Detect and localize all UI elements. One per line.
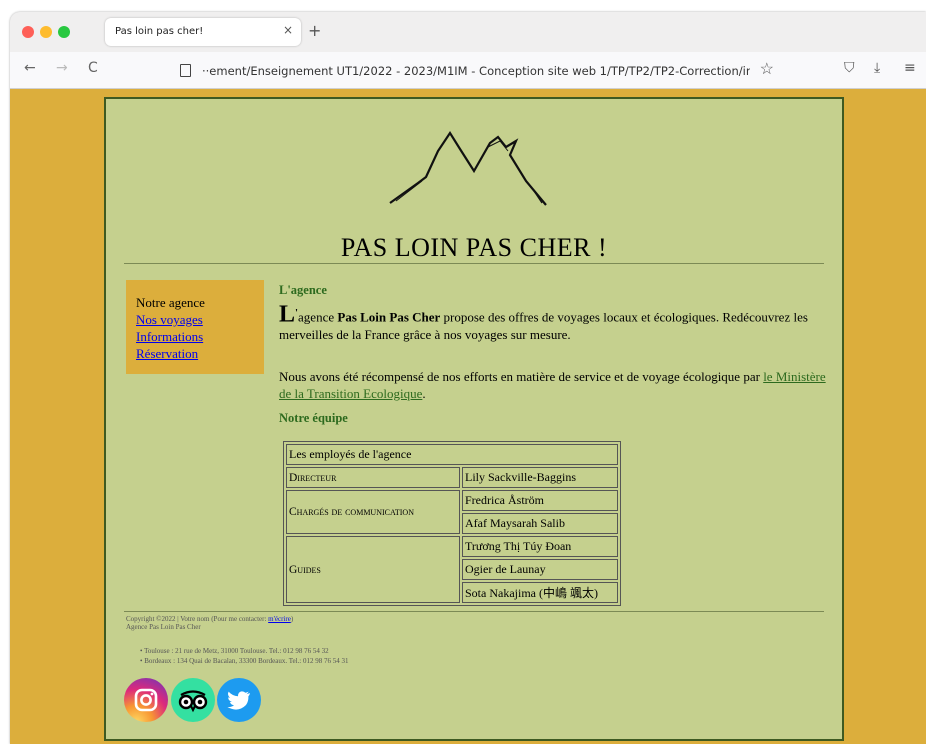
sidebar-link-informations[interactable]: Informations bbox=[136, 328, 264, 345]
person-communication-2: Afaf Maysarah Salib bbox=[462, 513, 618, 534]
page-viewport: PAS LOIN PAS CHER ! Notre agence Nos voy… bbox=[10, 89, 926, 744]
site-title: PAS LOIN PAS CHER ! bbox=[340, 233, 608, 262]
footer-divider bbox=[124, 611, 824, 612]
list-item: • Toulouse : 21 rue de Metz, 31000 Toulo… bbox=[140, 647, 329, 655]
browser-tab[interactable]: Pas loin pas cher! × bbox=[105, 18, 301, 46]
tripadvisor-icon[interactable] bbox=[171, 678, 215, 722]
pocket-icon[interactable]: ⛉ bbox=[844, 60, 855, 76]
table-caption-cell: Les employés de l'agence bbox=[286, 444, 618, 465]
award-text: Nous avons été récompensé de nos efforts… bbox=[279, 369, 764, 384]
sidebar-link-nos-voyages[interactable]: Nos voyages bbox=[136, 311, 264, 328]
page-icon bbox=[180, 64, 191, 77]
maximize-window-button[interactable] bbox=[58, 26, 70, 38]
agence-heading: L'agence bbox=[279, 283, 327, 297]
mountain-logo-icon bbox=[389, 130, 547, 206]
address-toulouse: Toulouse : 21 rue de Metz, 31000 Toulous… bbox=[144, 647, 329, 655]
reload-button[interactable]: C bbox=[88, 60, 98, 76]
person-directeur: Lily Sackville-Baggins bbox=[462, 467, 618, 488]
staff-table: Les employés de l'agence Directeur Lily … bbox=[283, 441, 621, 606]
header-divider bbox=[124, 263, 824, 264]
address-bar[interactable]: ··ement/Enseignement UT1/2022 - 2023/M1I… bbox=[172, 56, 780, 84]
forward-button[interactable]: → bbox=[56, 60, 68, 76]
url-text[interactable]: ··ement/Enseignement UT1/2022 - 2023/M1I… bbox=[202, 64, 750, 78]
bookmark-star-icon[interactable]: ☆ bbox=[760, 59, 774, 79]
role-directeur: Directeur bbox=[286, 467, 460, 488]
new-tab-button[interactable]: + bbox=[308, 21, 321, 40]
tab-title: Pas loin pas cher! bbox=[115, 26, 204, 37]
role-guides: Guides bbox=[286, 536, 460, 603]
copyright-text: Copyright ©2022 | Votre nom (Pour me con… bbox=[126, 615, 269, 623]
person-communication-1: Fredrica Åström bbox=[462, 490, 618, 511]
person-guide-3: Sota Nakajima (中嶋 颯太) bbox=[462, 582, 618, 603]
drop-cap: L bbox=[279, 301, 296, 328]
tab-bar: Pas loin pas cher! × + bbox=[10, 12, 926, 52]
agency-footer-name: Agence Pas Loin Pas Cher bbox=[126, 623, 201, 631]
table-row: Guides Trương Thị Túy Đoan bbox=[286, 536, 618, 603]
hamburger-menu-icon[interactable]: ≡ bbox=[904, 60, 916, 76]
instagram-icon[interactable] bbox=[124, 678, 168, 722]
close-window-button[interactable] bbox=[22, 26, 34, 38]
minimize-window-button[interactable] bbox=[40, 26, 52, 38]
navigation-bar: ← → C ··ement/Enseignement UT1/2022 - 20… bbox=[10, 52, 926, 89]
award-text-end: . bbox=[422, 386, 426, 401]
person-guide-2: Ogier de Launay bbox=[462, 559, 618, 580]
back-button[interactable]: ← bbox=[24, 60, 36, 76]
page-container: PAS LOIN PAS CHER ! Notre agence Nos voy… bbox=[104, 97, 844, 741]
browser-window: Pas loin pas cher! × + ← → C ··ement/Ens… bbox=[10, 12, 926, 744]
equipe-heading: Notre équipe bbox=[279, 411, 348, 425]
person-guide-1: Trương Thị Túy Đoan bbox=[462, 536, 618, 557]
sidebar-nav: Notre agence Nos voyages Informations Ré… bbox=[126, 280, 264, 374]
agency-name-bold: Pas Loin Pas Cher bbox=[337, 309, 441, 325]
sidebar-link-reservation[interactable]: Réservation bbox=[136, 345, 264, 362]
tab-close-icon[interactable]: × bbox=[283, 23, 293, 37]
contact-link[interactable]: m'écrire bbox=[268, 615, 291, 623]
table-row: Les employés de l'agence bbox=[286, 444, 618, 465]
list-item: • Bordeaux : 134 Quai de Bacalan, 33300 … bbox=[140, 657, 349, 665]
address-list: • Toulouse : 21 rue de Metz, 31000 Toulo… bbox=[140, 646, 349, 666]
address-bordeaux: Bordeaux : 134 Quai de Bacalan, 33300 Bo… bbox=[144, 657, 349, 665]
sidebar-item-notre-agence: Notre agence bbox=[136, 295, 205, 310]
intro-text-start: agence bbox=[298, 309, 338, 325]
download-icon[interactable]: ⤓ bbox=[874, 60, 880, 76]
twitter-icon[interactable] bbox=[217, 678, 261, 722]
award-paragraph: Nous avons été récompensé de nos efforts… bbox=[279, 368, 829, 402]
intro-paragraph: L'agence Pas Loin Pas Cher propose des o… bbox=[279, 301, 829, 344]
role-communication: Chargés de communication bbox=[286, 490, 460, 534]
copyright-suffix: ) bbox=[290, 615, 294, 623]
table-row: Directeur Lily Sackville-Baggins bbox=[286, 467, 618, 488]
footer-copyright: Copyright ©2022 | Votre nom (Pour me con… bbox=[126, 615, 293, 631]
table-row: Chargés de communication Fredrica Åström bbox=[286, 490, 618, 534]
